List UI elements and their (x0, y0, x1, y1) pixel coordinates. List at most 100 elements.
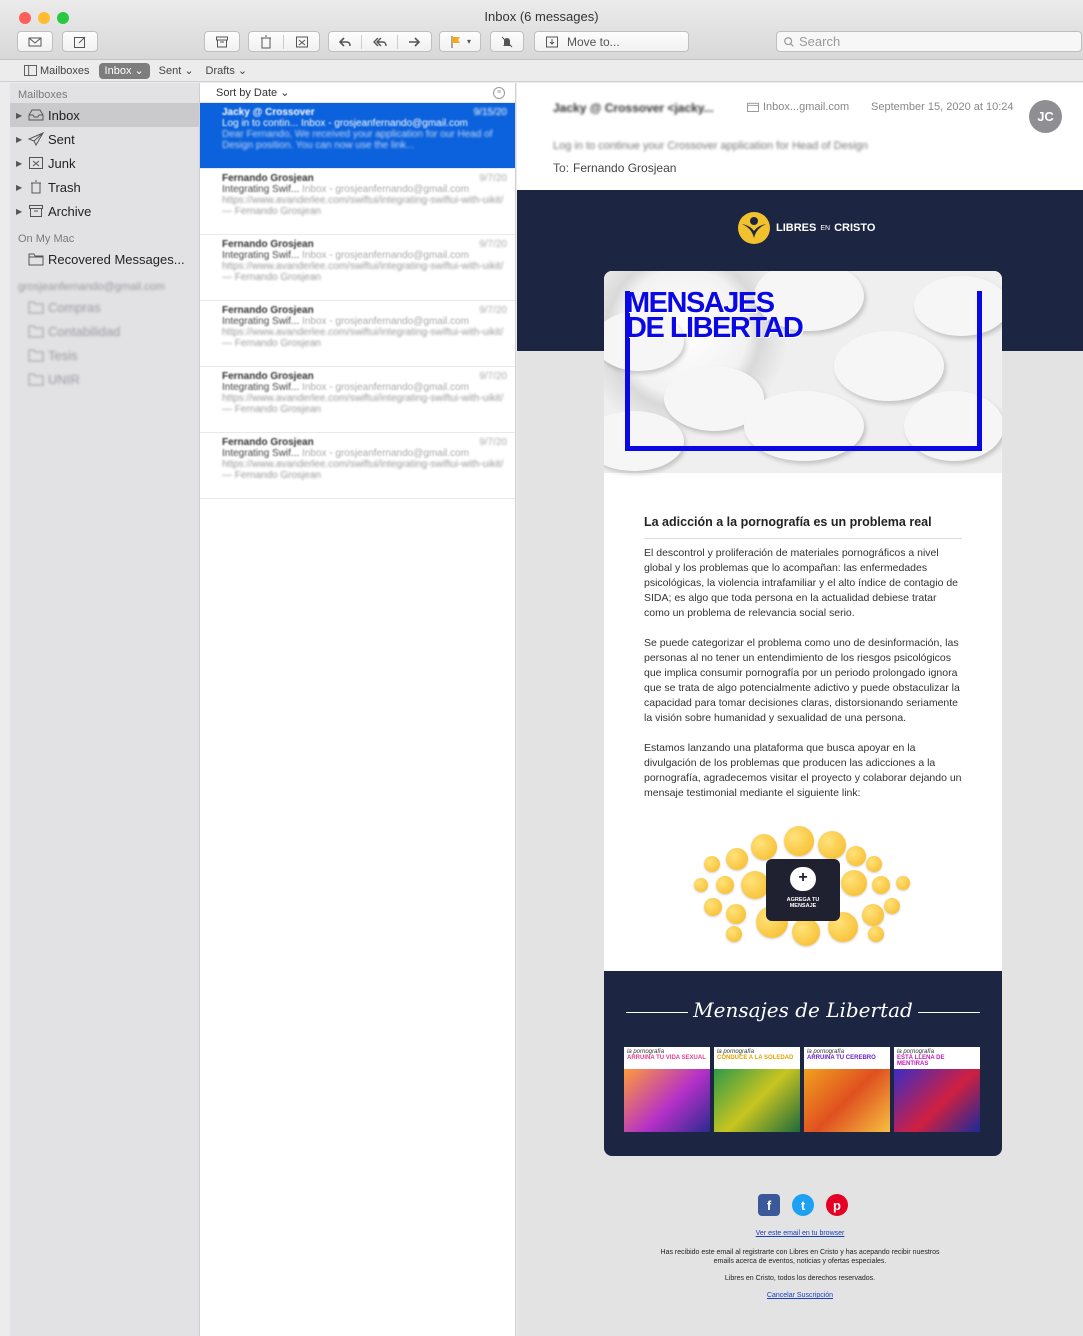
message-preview: https://www.avanderlee.com/swiftui/integ… (222, 261, 504, 283)
poster-headline: ARRUINA TU CEREBRO (807, 1055, 876, 1061)
emoji-face-icon (884, 898, 900, 914)
move-to-button[interactable]: Move to... (534, 31, 689, 52)
pinterest-icon[interactable]: p (826, 1194, 848, 1216)
message-subject: Integrating Swif... (222, 316, 300, 327)
add-message-button[interactable]: + AGREGA TU MENSAJE (766, 859, 840, 921)
poster-card[interactable]: la pornografía ARRUINA TU VIDA SEXUAL (624, 1047, 710, 1132)
sidebar-item-inbox[interactable]: ▶ Inbox (10, 103, 199, 127)
sidebar-folder-compras[interactable]: Compras (10, 295, 199, 319)
flag-button[interactable]: ▾ (439, 31, 481, 52)
cta-label-line2: MENSAJE (789, 903, 817, 909)
header-mailbox[interactable]: Inbox...gmail.com (747, 101, 849, 113)
disclosure-triangle-icon[interactable]: ▶ (16, 135, 24, 144)
sidebar-item-archive[interactable]: ▶ Archive (10, 199, 199, 223)
mute-button[interactable] (490, 31, 524, 52)
list-item[interactable]: Jacky @ Crossover 9/15/20 Log in to cont… (200, 103, 515, 169)
emoji-face-icon (726, 926, 742, 942)
emoji-face-icon (866, 856, 882, 872)
message-sender: Fernando Grosjean (222, 437, 314, 448)
twitter-icon[interactable]: t (792, 1194, 814, 1216)
unsubscribe-link[interactable]: Cancelar Suscripción (767, 1292, 833, 1299)
archive-icon (29, 205, 43, 217)
facebook-icon[interactable]: f (758, 1194, 780, 1216)
emoji-face-icon (741, 871, 769, 899)
poster-card[interactable]: la pornografía ARRUINA TU CEREBRO (804, 1047, 890, 1132)
folder-icon (28, 373, 44, 386)
sidebar-item-label: Sent (48, 131, 75, 147)
hero-banner[interactable]: MENSAJES DE LIBERTAD (604, 271, 1002, 473)
compose-button[interactable] (62, 31, 98, 52)
inbox-icon (28, 109, 44, 121)
disclosure-triangle-icon[interactable]: ▶ (16, 207, 24, 216)
envelope-icon (28, 37, 42, 46)
sidebar-item-label: Trash (48, 179, 81, 195)
emoji-face-icon (868, 926, 884, 942)
move-to-label: Move to... (567, 34, 620, 49)
list-item[interactable]: Fernando Grosjean 9/7/20 Integrating Swi… (200, 169, 515, 235)
get-mail-button[interactable] (17, 31, 53, 52)
sort-by-date-button[interactable]: Sort by Date ⌄ (216, 86, 289, 99)
view-in-browser-link[interactable]: Ver este email en tu browser (756, 1230, 845, 1237)
poster-headline: ESTÁ LLENA DE MENTIRAS (897, 1055, 945, 1067)
list-item[interactable]: Fernando Grosjean 9/7/20 Integrating Swi… (200, 367, 515, 433)
message-mailbox: Inbox - grosjeanfernando@gmail.com (302, 250, 469, 261)
disclosure-triangle-icon[interactable]: ▶ (16, 183, 24, 192)
posters-section: Mensajes de Libertad la pornografía ARRUI… (604, 971, 1002, 1156)
message-subject: Integrating Swif... (222, 184, 300, 195)
sidebar-item-junk[interactable]: ▶ Junk (10, 151, 199, 175)
message-subject: Integrating Swif... (222, 250, 300, 261)
search-placeholder: Search (799, 34, 841, 49)
delete-button[interactable] (249, 34, 285, 49)
message-preview: https://www.avanderlee.com/swiftui/integ… (222, 327, 504, 349)
article-paragraph: Estamos lanzando una plataforma que busc… (644, 742, 962, 799)
emoji-cluster-link[interactable]: + AGREGA TU MENSAJE (694, 826, 912, 946)
reply-all-icon (372, 37, 387, 46)
favorites-bar: Mailboxes Inbox ⌄ Sent ⌄ Drafts ⌄ (0, 60, 1083, 82)
list-item[interactable]: Fernando Grosjean 9/7/20 Integrating Swi… (200, 301, 515, 367)
favorites-drafts-button[interactable]: Drafts ⌄ (200, 63, 254, 79)
poster-image (894, 1069, 980, 1132)
favorites-sent-button[interactable]: Sent ⌄ (153, 63, 200, 79)
poster-card[interactable]: la pornografía ESTÁ LLENA DE MENTIRAS (894, 1047, 980, 1132)
emoji-face-icon (818, 831, 846, 859)
trash-icon (31, 180, 41, 194)
title-bar: Inbox (6 messages) ▾ Move to... Search (0, 0, 1083, 60)
sidebar-folder-tesis[interactable]: Tesis (10, 343, 199, 367)
sidebar-folder-unir[interactable]: UNIR (10, 367, 199, 391)
disclosure-triangle-icon[interactable]: ▶ (16, 159, 24, 168)
chevron-down-icon: ⌄ (237, 65, 248, 77)
libres-en-cristo-logo[interactable]: LIBRES EN CRISTO (736, 210, 875, 246)
reply-button[interactable] (329, 34, 363, 49)
disclosure-triangle-icon[interactable]: ▶ (16, 111, 24, 120)
sidebar-item-trash[interactable]: ▶ Trash (10, 175, 199, 199)
header-recipient[interactable]: Fernando Grosjean (573, 161, 676, 175)
list-item[interactable]: Fernando Grosjean 9/7/20 Integrating Swi… (200, 433, 515, 499)
sidebar-folder-contabilidad[interactable]: Contabilidad (10, 319, 199, 343)
forward-button[interactable] (398, 35, 431, 49)
junk-button[interactable] (284, 35, 319, 49)
message-subject: Integrating Swif... (222, 448, 300, 459)
favorites-sent-label: Sent (158, 64, 182, 77)
chevron-down-icon: ▾ (466, 37, 471, 46)
emoji-face-icon (716, 876, 734, 894)
header-sender[interactable]: Jacky @ Crossover <jacky... (553, 101, 714, 115)
article-paragraph: Se puede categorizar el problema como un… (644, 637, 960, 724)
poster-card[interactable]: la pornografía CONDUCE A LA SOLEDAD (714, 1047, 800, 1132)
favorites-mailboxes-button[interactable]: Mailboxes (18, 63, 96, 79)
favorites-inbox-button[interactable]: Inbox ⌄ (98, 62, 150, 79)
folder-icon (747, 102, 759, 112)
filter-icon[interactable]: ≡ (493, 86, 505, 99)
archive-button[interactable] (204, 31, 240, 52)
posters-script-title: Mensajes de Libertad (693, 998, 913, 1022)
hero-title: MENSAJES DE LIBERTAD (626, 289, 804, 343)
sidebar-item-sent[interactable]: ▶ Sent (10, 127, 199, 151)
poster-image (624, 1069, 710, 1132)
list-item[interactable]: Fernando Grosjean 9/7/20 Integrating Swi… (200, 235, 515, 301)
sidebar-mailboxes-header: Mailboxes (18, 89, 68, 101)
search-field[interactable]: Search (776, 31, 1082, 52)
message-mailbox: Inbox - grosjeanfernando@gmail.com (302, 184, 469, 195)
emoji-face-icon (751, 834, 777, 860)
header-to: To: Fernando Grosjean (553, 161, 676, 175)
reply-all-button[interactable] (362, 34, 398, 49)
sidebar-item-recovered[interactable]: Recovered Messages... (10, 247, 199, 271)
